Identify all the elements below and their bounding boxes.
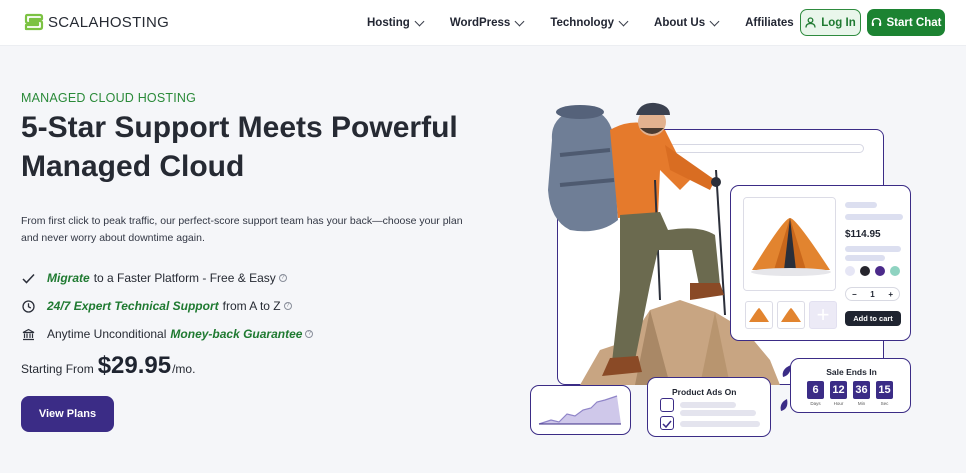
headset-icon [871,17,881,26]
plus-icon[interactable]: + [888,290,893,299]
bank-icon [21,327,35,341]
chevron-down-icon [618,16,629,26]
feature-list: Migrate to a Faster Platform - Free & Ea… [21,264,314,348]
countdown-days: 6 Days [807,381,824,406]
add-to-cart-button[interactable]: Add to cart [845,311,901,326]
color-swatch[interactable] [860,266,870,276]
login-label: Log In [821,16,856,29]
main-nav: Hosting WordPress Technology About Us Af… [367,0,821,46]
tent-icon [749,308,769,322]
color-swatch[interactable] [845,266,855,276]
feature-item: Migrate to a Faster Platform - Free & Ea… [21,264,313,292]
quantity-value: 1 [870,289,875,299]
start-chat-label: Start Chat [886,16,942,29]
help-icon[interactable]: ? [278,274,287,282]
checkbox-checked[interactable] [660,416,674,430]
countdown-seconds: 15 Sec [876,381,893,406]
countdown-unit: Sec [880,401,889,406]
chevron-down-icon [709,16,720,26]
logo-text: SCALAHOSTING [48,13,170,31]
nav-item-label: Hosting [367,17,410,29]
hero-headline: 5-Star Support Meets Powerful Managed Cl… [21,111,458,183]
analytics-chart-card [530,385,631,435]
price-row: Starting From $29.95 /mo. [21,352,195,380]
nav-item-label: About Us [654,17,706,29]
check-icon [21,271,35,285]
product-image [743,197,836,291]
sale-title: Sale Ends In [826,367,877,377]
sale-countdown-card: Sale Ends In 6 Days 12 Hour 36 Min 15 Se… [780,358,911,413]
nav-item-label: Affiliates [745,17,794,29]
feature-text: Anytime Unconditional [47,327,167,341]
nav-item-affiliates[interactable]: Affiliates [745,17,794,29]
quantity-stepper[interactable]: − 1 + [845,287,900,301]
hero-eyebrow: MANAGED CLOUD HOSTING [21,91,197,105]
price-suffix: /mo. [172,362,196,376]
plus-icon: + [816,302,830,327]
area-chart-icon [538,395,621,425]
nav-item-label: Technology [550,17,615,29]
nav-item-label: WordPress [449,17,511,29]
feature-highlight: Migrate [47,271,90,285]
countdown-unit: Days [810,401,821,406]
chevron-down-icon [514,16,525,26]
logo[interactable]: SCALAHOSTING [22,11,169,33]
clock-icon [21,299,35,313]
color-swatch[interactable] [890,266,900,276]
color-swatch[interactable] [875,266,885,276]
tent-icon [781,308,801,322]
feature-item: Anytime Unconditional Money-back Guarant… [21,320,314,348]
feature-highlight: 24/7 Expert Technical Support [47,299,219,313]
countdown-value: 12 [830,381,847,399]
check-icon [662,420,672,429]
logo-mark-icon [24,13,44,31]
nav-item-about-us[interactable]: About Us [654,16,720,29]
feature-text: to a Faster Platform - Free & Easy [93,271,276,285]
countdown-value: 6 [807,381,824,399]
placeholder-line [845,246,901,252]
price-prefix: Starting From [21,362,94,376]
view-plans-button[interactable]: View Plans [21,396,114,432]
price-value: $29.95 [97,352,172,379]
nav-item-hosting[interactable]: Hosting [367,16,425,29]
start-chat-button[interactable]: Start Chat [867,9,945,36]
countdown-hours: 12 Hour [830,381,847,406]
minus-icon[interactable]: − [852,290,857,299]
countdown-unit: Hour [833,401,844,406]
placeholder-line [845,202,877,208]
product-ads-title: Product Ads On [672,387,737,397]
hero-description: From first click to peak traffic, our pe… [21,215,463,244]
product-thumbnail[interactable] [777,301,805,329]
nav-item-wordpress[interactable]: WordPress [449,16,525,29]
placeholder-line [680,421,760,427]
product-thumbnail[interactable] [745,301,773,329]
tent-icon [744,198,835,290]
feature-highlight: Money-back Guarantee [170,327,303,341]
add-image-button[interactable]: + [809,301,837,329]
help-icon[interactable]: ? [283,302,292,310]
feature-item: 24/7 Expert Technical Support from A to … [21,292,313,320]
product-card: + $114.95 − 1 + Add to cart [730,185,911,341]
placeholder-line [845,255,885,261]
countdown-value: 36 [853,381,870,399]
user-icon [805,17,816,28]
countdown-value: 15 [876,381,893,399]
chevron-down-icon [414,16,425,26]
countdown-unit: Min [857,401,866,406]
countdown-minutes: 36 Min [853,381,870,406]
placeholder-line [680,410,756,416]
product-ads-card: Product Ads On [647,377,771,437]
checkbox-unchecked[interactable] [660,398,674,412]
help-icon[interactable]: ? [305,330,314,338]
placeholder-line [680,402,736,408]
placeholder-line [845,214,903,220]
nav-item-technology[interactable]: Technology [550,16,629,29]
login-button[interactable]: Log In [800,9,861,36]
site-header: SCALAHOSTING Hosting WordPress Technolog… [0,0,966,46]
product-price: $114.95 [845,229,881,240]
feature-text: from A to Z [222,299,281,313]
